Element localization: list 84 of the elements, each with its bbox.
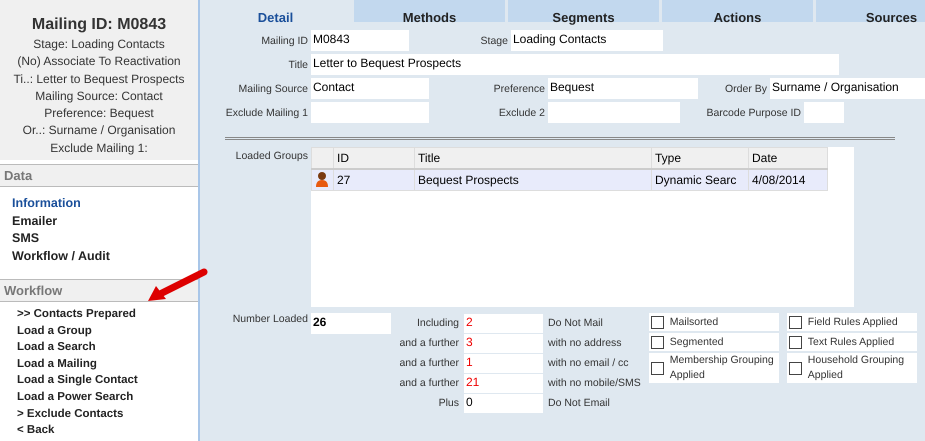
sidebar-link[interactable]: SMS <box>12 230 186 248</box>
count-label: and a further <box>398 357 460 369</box>
checkbox-label: Membership Grouping Applied <box>670 353 775 383</box>
tab[interactable]: Methods <box>354 0 505 22</box>
stage-field[interactable]: Loading Contacts <box>511 30 663 51</box>
sidebar-link[interactable]: > Exclude Contacts <box>17 406 181 422</box>
table-cell: 4/08/2014 <box>748 169 828 190</box>
sidebar-link[interactable]: Load a Single Contact <box>17 372 181 389</box>
sidebar-link[interactable]: >> Contacts Prepared <box>17 306 181 323</box>
checkbox-label: Household Grouping Applied <box>808 353 906 383</box>
title-field[interactable]: Letter to Bequest Prospects <box>311 54 839 75</box>
summary-line: Ti..: Letter to Bequest Prospects <box>12 70 186 88</box>
count-field[interactable]: 1 <box>464 354 543 372</box>
sidebar-link[interactable]: Load a Search <box>17 339 181 356</box>
count-description: Do Not Mail <box>547 317 603 329</box>
table-cell: Bequest Prospects <box>414 169 652 190</box>
section-header: Workflow <box>0 279 198 302</box>
column-header[interactable]: Type <box>652 148 748 169</box>
count-field[interactable]: 2 <box>464 314 543 332</box>
checkbox[interactable] <box>650 362 664 374</box>
checkbox-label: Field Rules Applied <box>808 314 898 330</box>
count-description: with no mobile/SMS <box>547 377 641 389</box>
number-loaded-field[interactable]: 26 <box>311 313 391 334</box>
field-label: Barcode Purpose ID <box>705 106 802 118</box>
count-description: Do Not Email <box>547 397 610 409</box>
tab[interactable]: Actions <box>662 0 813 22</box>
count-field[interactable]: 21 <box>464 374 543 392</box>
checkbox-label: Text Rules Applied <box>808 334 894 350</box>
column-header[interactable]: ID <box>334 148 414 169</box>
checkbox-label: Mailsorted <box>670 314 718 330</box>
exclude-mailing-field[interactable] <box>311 102 429 123</box>
mailing-source-field[interactable]: Contact <box>311 78 429 99</box>
mailing-title: Mailing ID: M0843 <box>30 16 168 34</box>
checkbox[interactable] <box>788 362 802 374</box>
sidebar-link[interactable]: Load a Group <box>17 322 181 340</box>
sidebar-link[interactable]: Emailer <box>12 212 186 230</box>
count-label: Plus <box>438 397 460 409</box>
checkbox[interactable] <box>650 336 664 348</box>
summary-line: (No) Associate To Reactivation <box>16 53 182 70</box>
sidebar-link[interactable]: Load a Mailing <box>17 356 181 372</box>
column-header[interactable]: Title <box>414 148 652 169</box>
count-label: Including <box>416 317 460 329</box>
summary-line: Exclude Mailing 1: <box>49 140 149 157</box>
field-label: Exclude 2 <box>498 106 546 118</box>
sidebar-link[interactable]: Workflow / Audit <box>12 248 186 265</box>
table-cell: 27 <box>334 169 414 190</box>
count-description: with no email / cc <box>547 357 629 369</box>
summary-line: Preference: Bequest <box>43 105 155 122</box>
checkbox[interactable] <box>650 316 664 328</box>
person-icon <box>315 170 329 186</box>
sidebar-link[interactable]: Load a Power Search <box>17 388 181 406</box>
field-label: Mailing ID <box>260 34 309 46</box>
field-label: Preference <box>492 82 546 94</box>
barcode-field[interactable] <box>804 102 844 123</box>
pointer-arrow-icon <box>146 268 208 304</box>
table-cell: Dynamic Searc <box>652 169 748 190</box>
sidebar-link[interactable]: Information <box>12 195 186 212</box>
field-label: Stage <box>480 34 509 46</box>
checkbox[interactable] <box>788 316 802 328</box>
field-label: Mailing Source <box>238 82 309 94</box>
field-label: Order By <box>724 82 768 94</box>
checkbox[interactable] <box>788 336 802 348</box>
mailing-id-field[interactable]: M0843 <box>311 30 409 51</box>
tab[interactable]: Sources <box>816 0 925 22</box>
summary-line: Or..: Surname / Organisation <box>22 122 176 140</box>
count-field[interactable]: 0 <box>464 394 543 412</box>
count-label: and a further <box>398 377 460 389</box>
section-header: Data <box>0 164 198 187</box>
count-field[interactable]: 3 <box>464 334 543 352</box>
checkbox-label: Segmented <box>670 334 724 350</box>
order-by-field[interactable]: Surname / Organisation <box>770 78 925 99</box>
field-label: Loaded Groups <box>234 149 309 164</box>
preference-field[interactable]: Bequest <box>548 78 698 99</box>
field-label: Title <box>288 58 309 70</box>
group-row[interactable]: 27 Bequest Prospects Dynamic Searc 4/08/2014 <box>312 169 828 190</box>
summary-line: Stage: Loading Contacts <box>32 36 166 53</box>
count-description: with no address <box>547 337 622 349</box>
column-header[interactable]: Date <box>748 148 828 169</box>
field-label: Number Loaded <box>232 313 309 327</box>
exclude-field[interactable] <box>548 102 680 123</box>
count-label: and a further <box>398 337 460 349</box>
field-label: Exclude Mailing 1 <box>224 106 309 118</box>
sidebar-link[interactable]: < Back <box>17 422 181 439</box>
summary-line: Mailing Source: Contact <box>34 88 164 105</box>
